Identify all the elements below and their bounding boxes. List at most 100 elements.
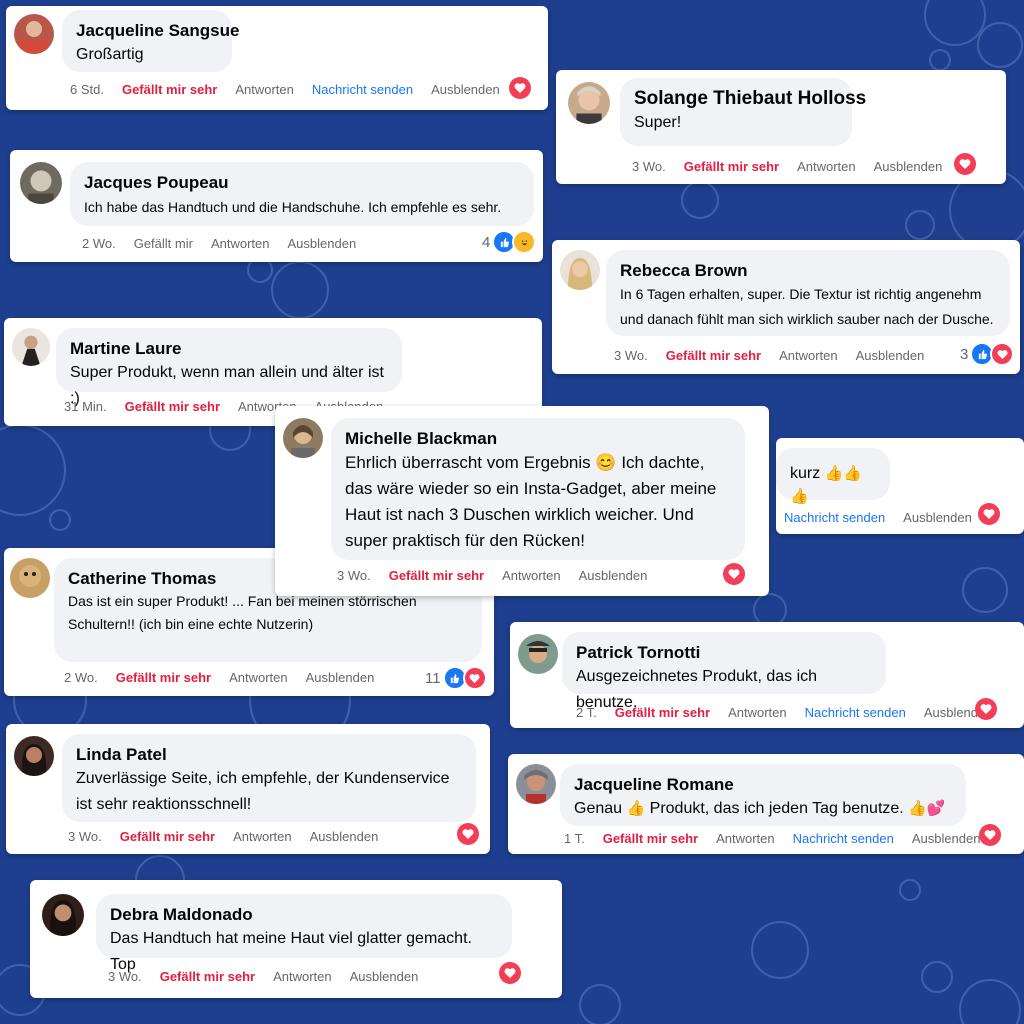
reply-button[interactable]: Antworten	[502, 568, 561, 583]
avatar[interactable]	[20, 162, 62, 204]
heart-reaction-icon[interactable]	[954, 153, 976, 175]
reaction-summary[interactable]: 4	[482, 230, 537, 254]
timestamp[interactable]: 31 Min.	[64, 399, 107, 414]
comment-text: Ehrlich überrascht vom Ergebnis 😊 Ich da…	[345, 450, 731, 554]
commenter-name[interactable]: Jacqueline Sangsue	[76, 20, 239, 42]
timestamp[interactable]: 2 Wo.	[82, 236, 116, 251]
comment-text: In 6 Tagen erhalten, super. Die Textur i…	[620, 286, 994, 327]
comment-card: Jacqueline Romane Genau 👍 Produkt, das i…	[508, 754, 1024, 854]
hide-button[interactable]: Ausblenden	[310, 829, 379, 844]
comment-card: Jacqueline Sangsue Großartig 6 Std. Gefä…	[6, 6, 548, 110]
reply-button[interactable]: Antworten	[211, 236, 270, 251]
commenter-name[interactable]: Jacqueline Romane	[574, 774, 952, 796]
timestamp[interactable]: 3 Wo.	[632, 159, 666, 174]
avatar[interactable]	[560, 250, 600, 290]
avatar[interactable]	[518, 634, 558, 674]
commenter-name[interactable]: Solange Thiebaut Holloss	[634, 88, 866, 110]
comment-text: Zuverlässige Seite, ich empfehle, der Ku…	[76, 770, 450, 813]
comment-text: Super!	[634, 114, 682, 131]
heart-reaction-icon[interactable]	[499, 962, 521, 984]
send-message-button[interactable]: Nachricht senden	[805, 705, 906, 720]
timestamp[interactable]: 3 Wo.	[337, 568, 371, 583]
avatar[interactable]	[12, 328, 50, 366]
avatar[interactable]	[283, 418, 323, 458]
comment-bubble: Jacques Poupeau Ich habe das Handtuch un…	[70, 162, 534, 226]
reply-button[interactable]: Antworten	[273, 969, 332, 984]
avatar[interactable]	[14, 14, 54, 54]
reply-button[interactable]: Antworten	[797, 159, 856, 174]
commenter-name[interactable]: Patrick Tornotti	[576, 642, 872, 664]
comment-actions: 3 Wo. Gefällt mir sehr Antworten Ausblen…	[108, 969, 418, 984]
reaction-count: 3	[960, 345, 969, 363]
hide-button[interactable]: Ausblenden	[288, 236, 357, 251]
timestamp[interactable]: 2 T.	[576, 705, 597, 720]
heart-reaction-icon[interactable]	[979, 824, 1001, 846]
avatar[interactable]	[568, 82, 610, 124]
commenter-name[interactable]: Linda Patel	[76, 744, 462, 766]
commenter-name[interactable]: Jacques Poupeau	[84, 172, 520, 194]
reply-button[interactable]: Antworten	[235, 82, 294, 97]
commenter-name[interactable]: Rebecca Brown	[620, 260, 996, 282]
send-message-button[interactable]: Nachricht senden	[784, 510, 885, 525]
like-button[interactable]: Gefällt mir sehr	[603, 831, 698, 846]
reply-button[interactable]: Antworten	[716, 831, 775, 846]
timestamp[interactable]: 2 Wo.	[64, 670, 98, 685]
comment-text: Ich habe das Handtuch und die Handschuhe…	[84, 199, 502, 215]
hide-button[interactable]: Ausblenden	[856, 348, 925, 363]
timestamp[interactable]: 3 Wo.	[614, 348, 648, 363]
timestamp[interactable]: 3 Wo.	[68, 829, 102, 844]
timestamp[interactable]: 6 Std.	[70, 82, 104, 97]
hide-button[interactable]: Ausblenden	[912, 831, 981, 846]
commenter-name[interactable]: Martine Laure	[70, 338, 388, 360]
commenter-name[interactable]: Debra Maldonado	[110, 904, 498, 926]
like-button[interactable]: Gefällt mir	[134, 236, 193, 251]
hide-button[interactable]: Ausblenden	[874, 159, 943, 174]
reply-button[interactable]: Antworten	[728, 705, 787, 720]
timestamp[interactable]: 3 Wo.	[108, 969, 142, 984]
heart-reaction-icon[interactable]	[457, 823, 479, 845]
comment-bubble: kurz 👍👍👍	[776, 448, 890, 505]
comment-bubble: Jacqueline Sangsue Großartig	[62, 10, 239, 72]
comment-actions: 2 T. Gefällt mir sehr Antworten Nachrich…	[576, 705, 992, 720]
like-button[interactable]: Gefällt mir sehr	[666, 348, 761, 363]
avatar[interactable]	[516, 764, 556, 804]
like-button[interactable]: Gefällt mir sehr	[684, 159, 779, 174]
comment-text: Genau 👍 Produkt, das ich jeden Tag benut…	[574, 796, 952, 822]
commenter-name[interactable]: Michelle Blackman	[345, 428, 731, 450]
hide-button[interactable]: Ausblenden	[350, 969, 419, 984]
comment-bubble: Martine Laure Super Produkt, wenn man al…	[56, 328, 402, 407]
hide-button[interactable]: Ausblenden	[431, 82, 500, 97]
reply-button[interactable]: Antworten	[229, 670, 288, 685]
send-message-button[interactable]: Nachricht senden	[312, 82, 413, 97]
heart-reaction-icon[interactable]	[975, 698, 997, 720]
hide-button[interactable]: Ausblenden	[306, 670, 375, 685]
like-button[interactable]: Gefällt mir sehr	[120, 829, 215, 844]
heart-reaction-icon[interactable]	[509, 77, 531, 99]
like-button[interactable]: Gefällt mir sehr	[615, 705, 710, 720]
comment-bubble: Patrick Tornotti Ausgezeichnetes Produkt…	[562, 632, 886, 711]
comment-card: Rebecca Brown In 6 Tagen erhalten, super…	[552, 240, 1020, 374]
reaction-summary[interactable]: 11	[425, 666, 487, 690]
like-button[interactable]: Gefällt mir sehr	[122, 82, 217, 97]
reaction-summary[interactable]: 3	[960, 342, 1015, 366]
reply-button[interactable]: Antworten	[233, 829, 292, 844]
like-button[interactable]: Gefällt mir sehr	[125, 399, 220, 414]
avatar[interactable]	[42, 894, 84, 936]
send-message-button[interactable]: Nachricht senden	[793, 831, 894, 846]
heart-reaction-icon[interactable]	[723, 563, 745, 585]
heart-reaction-icon[interactable]	[978, 503, 1000, 525]
like-button[interactable]: Gefällt mir sehr	[389, 568, 484, 583]
comment-text-part: Ehrlich überrascht vom Ergebnis	[345, 453, 591, 472]
avatar[interactable]	[14, 736, 54, 776]
hide-button[interactable]: Ausblenden	[579, 568, 648, 583]
avatar[interactable]	[10, 558, 50, 598]
timestamp[interactable]: 1 T.	[564, 831, 585, 846]
like-button[interactable]: Gefällt mir sehr	[116, 670, 211, 685]
comment-actions: 2 Wo. Gefällt mir sehr Antworten Ausblen…	[64, 670, 374, 685]
comment-bubble: Debra Maldonado Das Handtuch hat meine H…	[96, 894, 512, 973]
reaction-count: 4	[482, 233, 491, 251]
hide-button[interactable]: Ausblenden	[903, 510, 972, 525]
like-button[interactable]: Gefällt mir sehr	[160, 969, 255, 984]
comment-actions: 3 Wo. Gefällt mir sehr Antworten Ausblen…	[68, 829, 378, 844]
reply-button[interactable]: Antworten	[779, 348, 838, 363]
